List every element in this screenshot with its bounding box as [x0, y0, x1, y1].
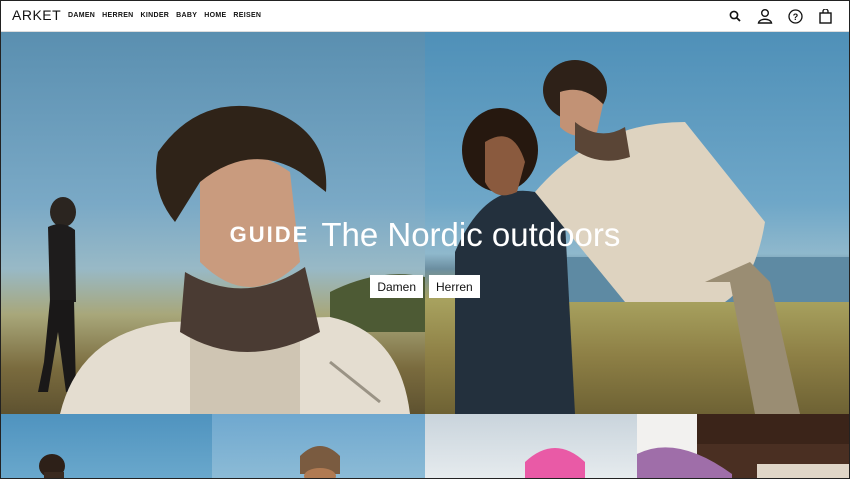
bag-icon[interactable]	[816, 7, 834, 25]
help-icon[interactable]: ?	[786, 7, 804, 25]
svg-text:?: ?	[792, 12, 798, 22]
header-icons: ?	[726, 7, 834, 25]
hero-tag: GUIDE	[229, 222, 310, 247]
nav-item-herren[interactable]: HERREN	[102, 12, 133, 19]
teaser-tile-4[interactable]	[637, 414, 850, 479]
site-header: ARKET DAMEN HERREN KINDER BABY HOME REIS…	[0, 0, 850, 32]
shop-men-button[interactable]: Herren	[429, 275, 480, 298]
teaser-tile-1[interactable]	[0, 414, 212, 479]
teaser-tile-2[interactable]	[212, 414, 425, 479]
main-nav: DAMEN HERREN KINDER BABY HOME REISEN	[68, 12, 261, 19]
hero-cta-group: Damen Herren	[0, 275, 850, 298]
hero-headline: GUIDE The Nordic outdoors	[0, 216, 850, 254]
teaser-tile-3[interactable]	[425, 414, 637, 479]
nav-item-baby[interactable]: BABY	[176, 12, 197, 19]
search-icon[interactable]	[726, 7, 744, 25]
account-icon[interactable]	[756, 7, 774, 25]
hero-banner[interactable]: GUIDE The Nordic outdoors Damen Herren	[0, 32, 850, 414]
nav-item-kinder[interactable]: KINDER	[141, 12, 170, 19]
product-teaser-row	[0, 414, 850, 479]
nav-item-reisen[interactable]: REISEN	[233, 12, 261, 19]
nav-item-damen[interactable]: DAMEN	[68, 12, 95, 19]
shop-women-button[interactable]: Damen	[370, 275, 423, 298]
nav-item-home[interactable]: HOME	[204, 12, 226, 19]
hero-title: The Nordic outdoors	[321, 216, 621, 253]
brand-logo[interactable]: ARKET	[12, 7, 61, 23]
